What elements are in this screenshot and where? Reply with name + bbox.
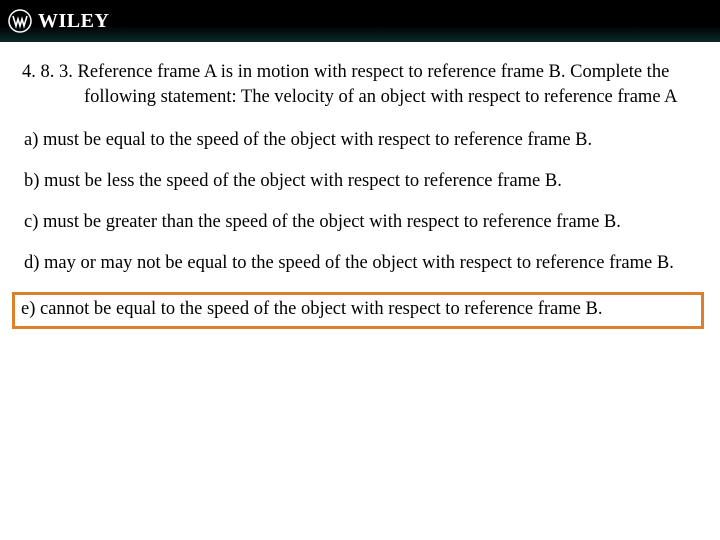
question-number: 4. 8. 3. <box>22 62 73 82</box>
brand-name: WILEY <box>38 10 109 33</box>
question-text: Reference frame A is in motion with resp… <box>78 62 678 107</box>
option-b-label: b) <box>24 171 39 191</box>
option-a-text: must be equal to the speed of the object… <box>43 130 592 150</box>
brand-logo: WILEY <box>8 9 109 33</box>
option-b[interactable]: b) must be less the speed of the object … <box>18 169 702 194</box>
option-d-label: d) <box>24 253 39 273</box>
wiley-mark-icon <box>8 9 32 33</box>
option-c[interactable]: c) must be greater than the speed of the… <box>18 210 702 235</box>
option-e-text: cannot be equal to the speed of the obje… <box>40 299 602 319</box>
option-e-label: e) <box>21 299 35 319</box>
header-bar: WILEY <box>0 0 720 42</box>
option-e[interactable]: e) cannot be equal to the speed of the o… <box>12 292 704 329</box>
question-block: 4. 8. 3. Reference frame A is in motion … <box>18 60 702 110</box>
slide-content: 4. 8. 3. Reference frame A is in motion … <box>0 42 720 347</box>
options-list: a) must be equal to the speed of the obj… <box>18 128 702 329</box>
option-c-label: c) <box>24 212 38 232</box>
option-d-text: may or may not be equal to the speed of … <box>44 253 674 273</box>
option-a-label: a) <box>24 130 38 150</box>
option-d[interactable]: d) may or may not be equal to the speed … <box>18 251 702 276</box>
option-b-text: must be less the speed of the object wit… <box>44 171 562 191</box>
option-a[interactable]: a) must be equal to the speed of the obj… <box>18 128 702 153</box>
option-c-text: must be greater than the speed of the ob… <box>43 212 621 232</box>
